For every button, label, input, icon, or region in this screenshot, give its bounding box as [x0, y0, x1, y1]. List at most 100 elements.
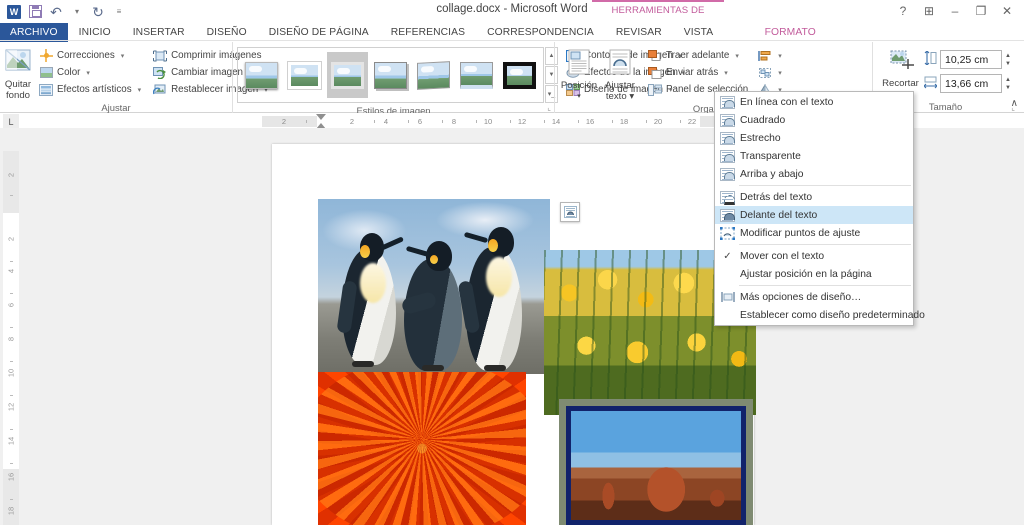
- layout-options-icon: [563, 206, 577, 218]
- collapse-ribbon-button[interactable]: ∧: [1011, 98, 1018, 109]
- ajustar-left-column: Correcciones ▾ Color ▾ Efectos artístico…: [36, 46, 144, 98]
- picture-style-0[interactable]: [241, 52, 282, 98]
- minimize-icon[interactable]: –: [942, 1, 968, 21]
- color-label: Color: [57, 67, 81, 78]
- menu-item-establecer-como-diseno-predeterminado[interactable]: Establecer como diseño predeterminado: [715, 306, 925, 324]
- chevron-down-icon: ▾: [778, 69, 782, 77]
- picture-style-1[interactable]: [284, 52, 325, 98]
- tab-vista[interactable]: VISTA: [673, 23, 725, 42]
- wrap-text-button[interactable]: Ajustar texto ▾: [599, 46, 641, 102]
- picture-style-5[interactable]: [456, 52, 497, 98]
- position-icon: [566, 49, 592, 78]
- picture-style-3[interactable]: [370, 52, 411, 98]
- red-flower-photo[interactable]: [318, 372, 526, 525]
- menu-label: Modificar puntos de ajuste: [740, 227, 861, 239]
- ribbon-display-options-icon[interactable]: ⊞: [916, 1, 942, 21]
- word-application-window: ↶ ▾ ↻ ≡ collage.docx - Microsoft Word HE…: [0, 0, 1024, 525]
- vruler-tick-7: 14: [6, 436, 16, 446]
- desert-photo[interactable]: [566, 406, 746, 525]
- wrap-through-icon: [719, 149, 736, 164]
- bring-forward-icon: [648, 49, 662, 63]
- tab-diseno[interactable]: DISEÑO: [196, 23, 258, 42]
- tab-correspondencia[interactable]: CORRESPONDENCIA: [476, 23, 605, 42]
- hruler-tick-1: 2: [349, 117, 355, 126]
- position-button[interactable]: Posición ▾: [559, 46, 599, 102]
- group-objects-button[interactable]: ▾: [755, 64, 785, 81]
- title-bar: ↶ ▾ ↻ ≡ collage.docx - Microsoft Word HE…: [0, 0, 1024, 33]
- edit-wrap-points-icon: [719, 226, 736, 241]
- shape-width-input[interactable]: 13,66 cm: [940, 74, 1002, 93]
- document-page[interactable]: [272, 144, 756, 525]
- remove-background-label-2: fondo: [5, 90, 30, 101]
- menu-item-modificar-puntos-de-ajuste[interactable]: Modificar puntos de ajuste: [715, 224, 913, 242]
- hruler-tick-11: 22: [687, 117, 697, 126]
- blank-icon: [719, 267, 736, 282]
- check-icon: ✓: [723, 250, 732, 262]
- group-icon: [758, 66, 772, 80]
- penguins-photo[interactable]: [318, 199, 550, 374]
- picture-style-4[interactable]: [413, 52, 454, 98]
- menu-label: Mover con el texto: [740, 250, 825, 262]
- menu-item-cuadrado[interactable]: Cuadrado: [715, 111, 913, 129]
- menu-label: Estrecho: [740, 132, 781, 144]
- remove-background-button[interactable]: Quitar fondo: [4, 46, 32, 101]
- tab-stop-selector[interactable]: L: [3, 114, 19, 129]
- menu-item-ajustar-posicion-en-la-pagina[interactable]: Ajustar posición en la página: [715, 265, 913, 283]
- menu-label: Detrás del texto: [740, 191, 813, 203]
- send-backward-button[interactable]: Enviar atrás ▾: [645, 64, 751, 81]
- remove-background-icon: [4, 48, 32, 77]
- compress-pictures-icon: [153, 49, 168, 63]
- vruler-tick-3: 6: [6, 302, 16, 308]
- shape-height-spinner[interactable]: ▲ ▼: [1005, 50, 1014, 69]
- menu-item-en-linea-con-el-texto[interactable]: En línea con el texto: [715, 93, 913, 111]
- color-button[interactable]: Color ▾: [36, 64, 144, 81]
- tab-revisar[interactable]: REVISAR: [605, 23, 673, 42]
- corrections-label: Correcciones: [57, 50, 115, 61]
- chevron-down-icon: ▾: [778, 52, 782, 60]
- menu-item-delante-del-texto[interactable]: Delante del texto: [715, 206, 913, 224]
- vertical-ruler[interactable]: 2 2 4 6 8 10 12 14 16 18: [3, 151, 19, 525]
- menu-label: Transparente: [740, 150, 801, 162]
- artistic-effects-button[interactable]: Efectos artísticos ▾: [36, 81, 144, 98]
- close-icon[interactable]: ✕: [994, 1, 1020, 21]
- send-backward-icon: [648, 66, 662, 80]
- window-controls: ? ⊞ – ❐ ✕: [890, 1, 1020, 21]
- tab-referencias[interactable]: REFERENCIAS: [380, 23, 476, 42]
- picture-styles-gallery[interactable]: ▲ ▼ ▾_: [237, 46, 558, 104]
- menu-label: Establecer como diseño predeterminado: [740, 309, 925, 321]
- vruler-tick-5: 10: [6, 368, 16, 378]
- menu-item-arriba-y-abajo[interactable]: Arriba y abajo: [715, 165, 913, 183]
- menu-item-estrecho[interactable]: Estrecho: [715, 129, 913, 147]
- menu-item-transparente[interactable]: Transparente: [715, 147, 913, 165]
- indent-markers[interactable]: [316, 114, 327, 129]
- change-picture-icon: [153, 66, 167, 80]
- selection-pane-icon: [648, 83, 662, 97]
- menu-item-mas-opciones-de-diseno[interactable]: Más opciones de diseño…: [715, 288, 913, 306]
- tab-insertar[interactable]: INSERTAR: [122, 23, 196, 42]
- align-objects-button[interactable]: ▾: [755, 47, 785, 64]
- hruler-tick-10: 20: [653, 117, 663, 126]
- shape-width-spinner[interactable]: ▲ ▼: [1005, 74, 1014, 93]
- shape-height-input[interactable]: 10,25 cm: [940, 50, 1002, 69]
- vruler-tick-4: 8: [6, 336, 16, 342]
- menu-separator: [739, 244, 911, 245]
- picture-style-2[interactable]: [327, 52, 368, 98]
- tab-inicio[interactable]: INICIO: [68, 23, 122, 42]
- color-picture-icon: [39, 66, 53, 80]
- bring-forward-button[interactable]: Traer adelante ▾: [645, 47, 751, 64]
- picture-styles-dialog-launcher[interactable]: ⌞: [547, 103, 551, 112]
- restore-icon[interactable]: ❐: [968, 1, 994, 21]
- blank-icon: [719, 308, 736, 323]
- chevron-down-icon: ▾: [724, 69, 728, 77]
- tab-formato[interactable]: FORMATO: [724, 23, 857, 42]
- hruler-tick-7: 14: [551, 117, 561, 126]
- help-icon[interactable]: ?: [890, 1, 916, 21]
- menu-item-mover-con-el-texto[interactable]: ✓ Mover con el texto: [715, 247, 913, 265]
- tab-diseno-de-pagina[interactable]: DISEÑO DE PÁGINA: [258, 23, 380, 42]
- menu-item-detras-del-texto[interactable]: Detrás del texto: [715, 188, 913, 206]
- wrap-text-menu[interactable]: En línea con el texto Cuadrado Estrecho …: [714, 91, 925, 326]
- layout-options-button[interactable]: [560, 202, 580, 222]
- corrections-button[interactable]: Correcciones ▾: [36, 47, 144, 64]
- picture-style-6[interactable]: [499, 52, 540, 98]
- tab-archivo[interactable]: ARCHIVO: [0, 23, 68, 42]
